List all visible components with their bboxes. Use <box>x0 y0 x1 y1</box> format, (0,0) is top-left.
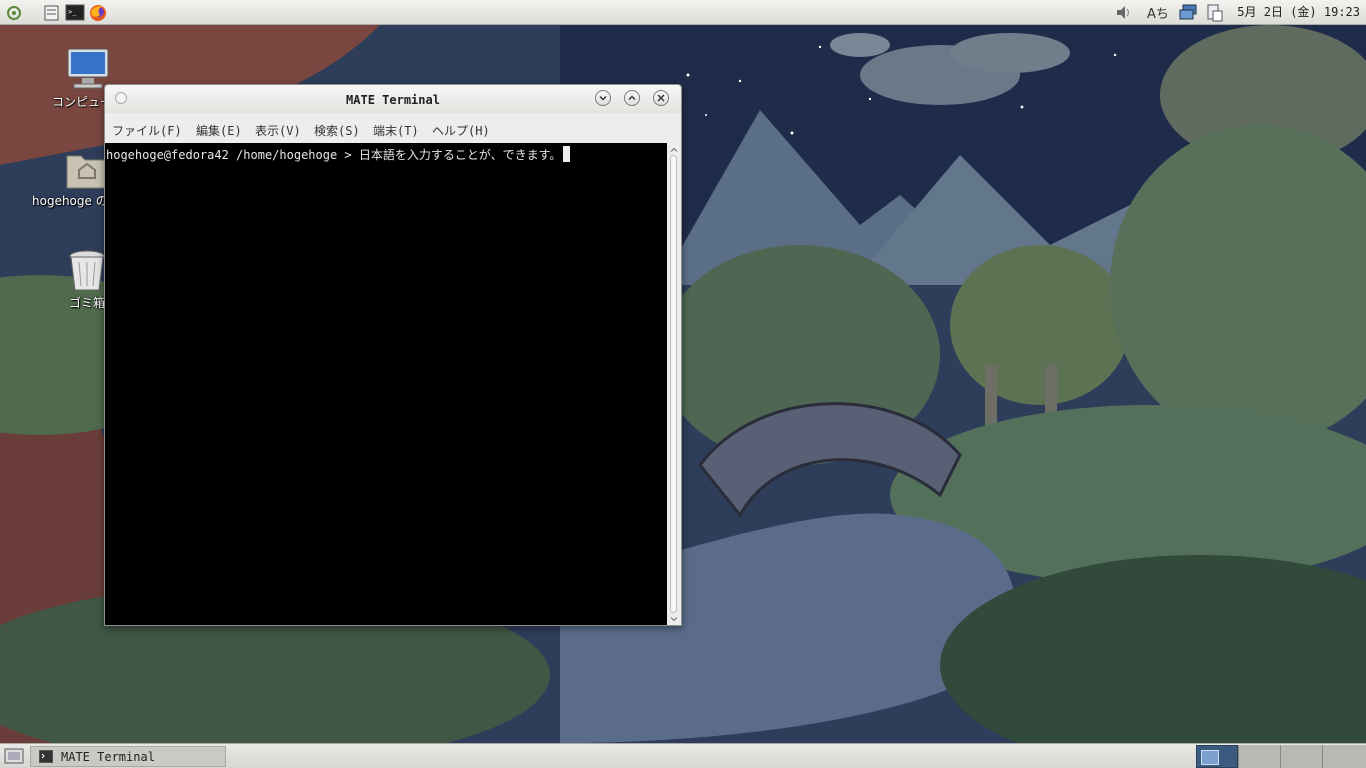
workspace-1[interactable] <box>1196 745 1238 768</box>
maximize-button[interactable] <box>624 90 640 106</box>
terminal-cursor <box>563 146 571 162</box>
scroll-up-icon[interactable] <box>670 146 678 154</box>
taskbar-item-label: MATE Terminal <box>61 750 155 764</box>
terminal-icon[interactable]: >_ <box>65 3 85 22</box>
workspace-3[interactable] <box>1280 745 1322 768</box>
terminal-window: MATE Terminal ファイル(F) 編集(E) 表示(V) 検索(S) … <box>104 84 682 626</box>
workspace-window-thumb <box>1201 750 1219 765</box>
volume-icon[interactable] <box>1113 3 1133 22</box>
file-manager-icon[interactable] <box>42 3 62 22</box>
scroll-down-icon[interactable] <box>670 615 678 623</box>
chevron-up-icon <box>628 95 636 100</box>
show-desktop-button[interactable] <box>4 747 24 768</box>
svg-text:>_: >_ <box>68 8 77 16</box>
menu-search[interactable]: 検索(S) <box>314 122 360 139</box>
terminal-prompt-line: hogehoge@fedora42 /home/hogehoge > 日本語を入… <box>106 146 571 163</box>
menu-terminal[interactable]: 端末(T) <box>373 122 419 139</box>
chevron-down-icon <box>599 96 607 101</box>
scrollbar-thumb[interactable] <box>670 155 677 613</box>
show-desktop-icon <box>4 748 24 764</box>
workspace-4[interactable] <box>1322 745 1366 768</box>
close-button[interactable] <box>653 90 669 106</box>
terminal-area[interactable]: hogehoge@fedora42 /home/hogehoge > 日本語を入… <box>105 143 667 625</box>
close-icon <box>657 94 665 102</box>
minimize-button[interactable] <box>595 90 611 106</box>
menu-help[interactable]: ヘルプ(H) <box>432 122 490 139</box>
bottom-panel: MATE Terminal <box>0 743 1366 768</box>
taskbar-item-terminal[interactable]: MATE Terminal <box>30 746 226 767</box>
firefox-icon[interactable] <box>88 3 108 22</box>
terminal-icon <box>39 750 53 763</box>
menu-edit[interactable]: 編集(E) <box>196 122 242 139</box>
menubar: ファイル(F) 編集(E) 表示(V) 検索(S) 端末(T) ヘルプ(H) <box>105 115 681 143</box>
terminal-scrollbar[interactable] <box>667 143 681 625</box>
window-titlebar[interactable]: MATE Terminal <box>105 85 681 113</box>
workspace-2[interactable] <box>1238 745 1280 768</box>
top-panel: >_ Aち 5月 2日 (金) 19:23 <box>0 0 1366 25</box>
terminal-text: hogehoge@fedora42 /home/hogehoge > 日本語を入… <box>106 148 562 162</box>
clipboard-icon[interactable] <box>1204 3 1224 22</box>
clock[interactable]: 5月 2日 (金) 19:23 <box>1237 0 1360 25</box>
network-icon[interactable] <box>1178 3 1198 22</box>
mate-menu-icon[interactable] <box>4 3 24 22</box>
menu-file[interactable]: ファイル(F) <box>112 122 182 139</box>
input-method-icon[interactable]: Aち <box>1143 3 1173 22</box>
menu-view[interactable]: 表示(V) <box>255 122 301 139</box>
input-method-label: Aち <box>1147 7 1169 22</box>
